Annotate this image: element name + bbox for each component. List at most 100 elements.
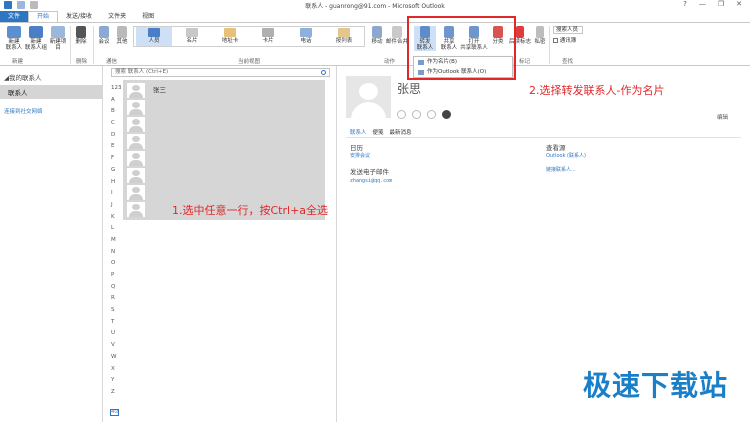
search-icon[interactable] <box>321 70 326 75</box>
index-letter[interactable]: T <box>111 317 123 329</box>
search-people-input[interactable]: 搜索人员 <box>553 26 583 34</box>
contact-actions <box>397 110 451 119</box>
people-icon <box>148 28 160 37</box>
view-phone[interactable]: 电话 <box>288 27 324 46</box>
index-letter[interactable]: R <box>111 293 123 305</box>
index-letter[interactable]: W <box>111 352 123 364</box>
new-items-button[interactable]: 新建项目 <box>48 26 68 51</box>
meeting-button[interactable]: 会议 <box>95 26 113 45</box>
call-icon[interactable] <box>412 110 421 119</box>
avatar-icon <box>132 204 140 210</box>
index-letter[interactable]: V <box>111 340 123 352</box>
folder-pane: ◢我的联系人 联系人 连接到社交网络 <box>0 66 103 422</box>
index-letter[interactable]: C <box>111 118 123 130</box>
contact-row[interactable] <box>127 100 145 115</box>
email-address-link[interactable]: zhangsi@qq.com <box>350 178 392 184</box>
link-contacts-link[interactable]: 链接联系人... <box>546 166 576 173</box>
tab-home[interactable]: 开始 <box>28 11 59 22</box>
contact-row[interactable] <box>127 185 145 200</box>
avatar-icon <box>132 102 140 108</box>
group-separator <box>70 26 71 64</box>
meeting-icon <box>99 26 109 38</box>
index-letter[interactable]: B <box>111 106 123 118</box>
index-letter[interactable]: Q <box>111 282 123 294</box>
contact-row[interactable] <box>127 83 145 98</box>
tab-file[interactable]: 文件 <box>0 11 29 22</box>
my-contacts-header[interactable]: ◢我的联系人 <box>4 72 102 82</box>
more-button[interactable]: 其他 <box>113 26 131 45</box>
view-business-card[interactable]: 名片 <box>174 27 210 46</box>
index-letter[interactable]: I <box>111 188 123 200</box>
search-input[interactable]: 搜索 联系人 (Ctrl+E) <box>111 68 330 77</box>
ribbon-tabs: 文件 开始 发送/接收 文件夹 视图 <box>0 11 750 22</box>
status-icon[interactable]: 4⊙ <box>110 409 119 416</box>
index-letter[interactable]: Z <box>111 387 123 399</box>
more-icon <box>117 26 127 38</box>
contact-row[interactable] <box>127 202 145 217</box>
index-letter[interactable]: X <box>111 364 123 376</box>
tab-folder[interactable]: 文件夹 <box>100 11 134 22</box>
index-letter[interactable]: O <box>111 258 123 270</box>
email-icon[interactable] <box>442 110 451 119</box>
index-letter[interactable]: L <box>111 223 123 235</box>
index-letter[interactable]: S <box>111 305 123 317</box>
move-button[interactable]: 移动 <box>369 26 385 45</box>
address-book-button[interactable]: 通讯簿 <box>553 36 576 44</box>
tab-notes[interactable]: 便笺 <box>373 128 384 136</box>
index-letter[interactable]: J <box>111 200 123 212</box>
contact-list: 张三 <box>123 80 325 220</box>
group-label-find: 查找 <box>562 59 574 65</box>
index-letter[interactable]: Y <box>111 375 123 387</box>
view-people[interactable]: 人员 <box>136 27 172 46</box>
group-label-actions: 动作 <box>384 59 396 65</box>
divider <box>346 137 741 138</box>
index-letter[interactable]: 123 <box>111 83 123 95</box>
mail-merge-button[interactable]: 邮件合并 <box>386 26 408 45</box>
lock-icon <box>536 26 544 38</box>
title-bar: 联系人 - guanrong@91.com - Microsoft Outloo… <box>0 0 750 11</box>
index-letter[interactable]: G <box>111 165 123 177</box>
contact-display-name: 张思 <box>397 82 422 96</box>
index-letter[interactable]: E <box>111 141 123 153</box>
index-letter[interactable]: N <box>111 247 123 259</box>
new-contact-button[interactable]: 新建 联系人 <box>4 26 24 51</box>
contact-row[interactable] <box>127 117 145 132</box>
tab-view[interactable]: 视图 <box>134 11 162 22</box>
edit-button[interactable]: 编辑 <box>717 113 728 121</box>
index-letter[interactable]: M <box>111 235 123 247</box>
new-contact-group-button[interactable]: 新建 联系人组 <box>25 26 47 51</box>
avatar-icon <box>132 85 140 91</box>
restore-button[interactable]: ❐ <box>718 0 724 8</box>
index-letter[interactable]: K <box>111 212 123 224</box>
tab-contact[interactable]: 联系人 <box>350 128 367 136</box>
tab-whats-new[interactable]: 最新消息 <box>390 128 412 136</box>
minimize-button[interactable]: — <box>699 0 706 8</box>
group-separator <box>93 26 94 64</box>
index-letter[interactable]: H <box>111 177 123 189</box>
index-letter[interactable]: P <box>111 270 123 282</box>
help-button[interactable]: ? <box>683 0 687 8</box>
delete-button[interactable]: 删除 <box>72 26 90 45</box>
contact-row[interactable] <box>127 168 145 183</box>
contact-row[interactable] <box>127 134 145 149</box>
send-email-label: 发送电子邮件 <box>350 168 389 176</box>
view-list[interactable]: 按列表 <box>326 27 362 46</box>
private-button[interactable]: 私密 <box>533 26 547 45</box>
video-icon[interactable] <box>427 110 436 119</box>
contact-name[interactable]: 张三 <box>153 84 166 94</box>
folder-contacts[interactable]: 联系人 <box>0 85 102 99</box>
group-label-delete: 删除 <box>76 59 88 65</box>
source-link[interactable]: Outlook (联系人) <box>546 152 586 159</box>
index-letter[interactable]: D <box>111 130 123 142</box>
view-card[interactable]: 卡片 <box>250 27 286 46</box>
index-letter[interactable]: F <box>111 153 123 165</box>
tab-send-receive[interactable]: 发送/接收 <box>58 11 100 22</box>
index-letter[interactable]: U <box>111 328 123 340</box>
im-icon[interactable] <box>397 110 406 119</box>
close-button[interactable]: ✕ <box>736 0 742 8</box>
contact-row[interactable] <box>127 151 145 166</box>
connect-social-link[interactable]: 连接到社交网络 <box>4 107 102 115</box>
view-address-card[interactable]: 地址卡 <box>212 27 248 46</box>
index-letter[interactable]: A <box>111 95 123 107</box>
schedule-meeting-link[interactable]: 安排会议 <box>350 152 370 159</box>
